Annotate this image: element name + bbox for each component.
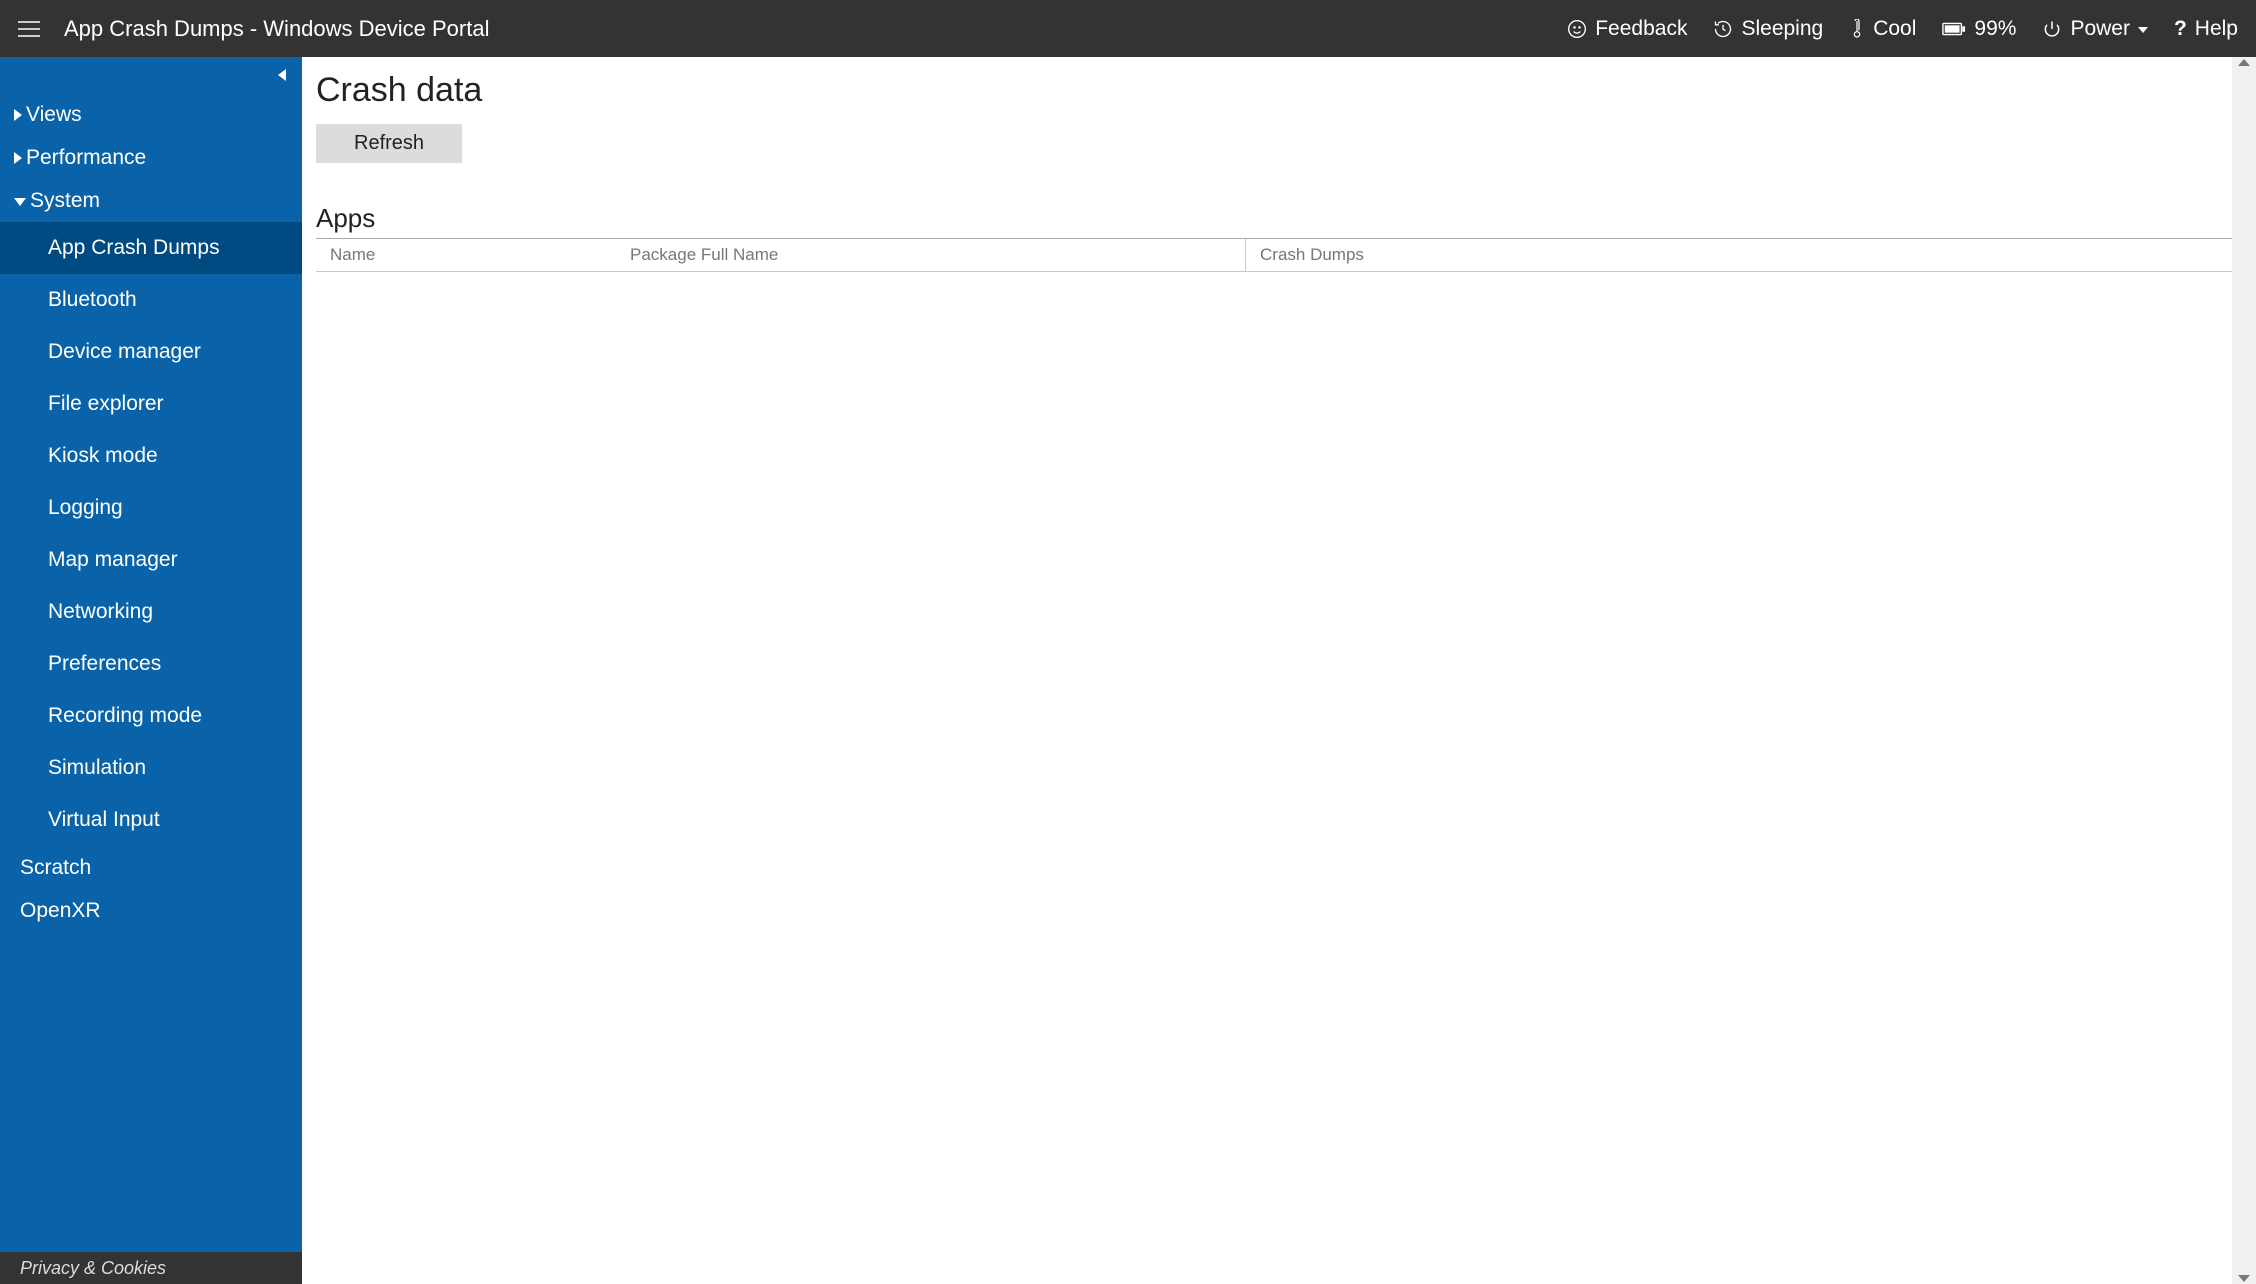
column-header-name[interactable]: Name — [316, 245, 616, 265]
sidebar-item-preferences[interactable]: Preferences — [0, 638, 302, 690]
sidebar-item-label: OpenXR — [20, 899, 101, 923]
sidebar-item-label: Device manager — [48, 340, 201, 364]
sidebar-item-bluetooth[interactable]: Bluetooth — [0, 274, 302, 326]
sidebar-item-file-explorer[interactable]: File explorer — [0, 378, 302, 430]
battery-status[interactable]: 99% — [1942, 17, 2016, 41]
sidebar-group-performance[interactable]: Performance — [0, 136, 302, 179]
privacy-cookies-link[interactable]: Privacy & Cookies — [0, 1252, 302, 1284]
power-label: Power — [2070, 17, 2130, 41]
privacy-cookies-label: Privacy & Cookies — [20, 1258, 166, 1279]
hamburger-icon[interactable] — [18, 17, 42, 41]
page-heading: Crash data — [316, 71, 2246, 110]
sidebar-item-logging[interactable]: Logging — [0, 482, 302, 534]
vertical-scrollbar[interactable] — [2232, 57, 2256, 1284]
help-label: Help — [2195, 17, 2238, 41]
sleeping-status[interactable]: Sleeping — [1713, 17, 1823, 41]
question-icon: ? — [2174, 17, 2187, 41]
sidebar-item-kiosk-mode[interactable]: Kiosk mode — [0, 430, 302, 482]
sidebar-item-app-crash-dumps[interactable]: App Crash Dumps — [0, 222, 302, 274]
table-header-row: Name Package Full Name Crash Dumps — [316, 239, 2242, 271]
sidebar-item-label: Logging — [48, 496, 123, 520]
sidebar-item-label: App Crash Dumps — [48, 236, 220, 260]
sidebar-item-label: Map manager — [48, 548, 178, 572]
sidebar-item-label: File explorer — [48, 392, 164, 416]
sidebar-item-virtual-input[interactable]: Virtual Input — [0, 794, 302, 846]
sidebar-item-label: Preferences — [48, 652, 161, 676]
sidebar-item-label: Kiosk mode — [48, 444, 158, 468]
feedback-button[interactable]: Feedback — [1567, 17, 1687, 41]
temperature-status[interactable]: Cool — [1849, 17, 1916, 41]
sidebar-item-label: Bluetooth — [48, 288, 137, 312]
sidebar-item-label: Simulation — [48, 756, 146, 780]
sidebar-group-system[interactable]: System — [0, 179, 302, 222]
thermometer-icon — [1849, 19, 1865, 39]
sidebar-group-views[interactable]: Views — [0, 93, 302, 136]
power-icon — [2042, 19, 2062, 39]
smile-icon — [1567, 19, 1587, 39]
sidebar-item-simulation[interactable]: Simulation — [0, 742, 302, 794]
sidebar-item-map-manager[interactable]: Map manager — [0, 534, 302, 586]
chevron-down-icon — [2138, 27, 2148, 33]
sidebar-item-networking[interactable]: Networking — [0, 586, 302, 638]
temperature-label: Cool — [1873, 17, 1916, 41]
sidebar-item-openxr[interactable]: OpenXR — [0, 889, 302, 932]
sidebar-item-label: Scratch — [20, 856, 91, 880]
history-icon — [1713, 19, 1733, 39]
caret-down-icon — [14, 198, 26, 206]
sidebar-item-recording-mode[interactable]: Recording mode — [0, 690, 302, 742]
header-bar: App Crash Dumps - Windows Device Portal … — [0, 0, 2256, 57]
sidebar-item-device-manager[interactable]: Device manager — [0, 326, 302, 378]
battery-icon — [1942, 22, 1966, 36]
caret-right-icon — [14, 152, 22, 164]
refresh-button[interactable]: Refresh — [316, 124, 462, 163]
sidebar-item-scratch[interactable]: Scratch — [0, 846, 302, 889]
column-header-crash-dumps-label: Crash Dumps — [1260, 245, 1364, 265]
column-header-package[interactable]: Package Full Name — [616, 245, 1245, 265]
sidebar-item-label: Networking — [48, 600, 153, 624]
column-header-crash-dumps[interactable]: Crash Dumps — [1245, 239, 2242, 271]
collapse-sidebar-icon[interactable] — [278, 69, 286, 81]
scroll-down-icon[interactable] — [2238, 1275, 2250, 1282]
power-menu[interactable]: Power — [2042, 17, 2148, 41]
page-title: App Crash Dumps - Windows Device Portal — [64, 16, 489, 42]
caret-right-icon — [14, 109, 22, 121]
scroll-up-icon[interactable] — [2238, 59, 2250, 66]
sidebar-group-label: Views — [26, 103, 82, 127]
sidebar-group-label: System — [30, 189, 100, 213]
sidebar-item-label: Recording mode — [48, 704, 202, 728]
sidebar: Views Performance System App Crash Dumps… — [0, 57, 302, 1284]
section-heading-apps: Apps — [316, 203, 2246, 234]
help-button[interactable]: ? Help — [2174, 17, 2238, 41]
sleeping-label: Sleeping — [1741, 17, 1823, 41]
main-content: Crash data Refresh Apps Name Package Ful… — [302, 57, 2256, 1284]
apps-table: Name Package Full Name Crash Dumps — [316, 238, 2242, 272]
battery-label: 99% — [1974, 17, 2016, 41]
sidebar-group-label: Performance — [26, 146, 146, 170]
sidebar-item-label: Virtual Input — [48, 808, 160, 832]
feedback-label: Feedback — [1595, 17, 1687, 41]
